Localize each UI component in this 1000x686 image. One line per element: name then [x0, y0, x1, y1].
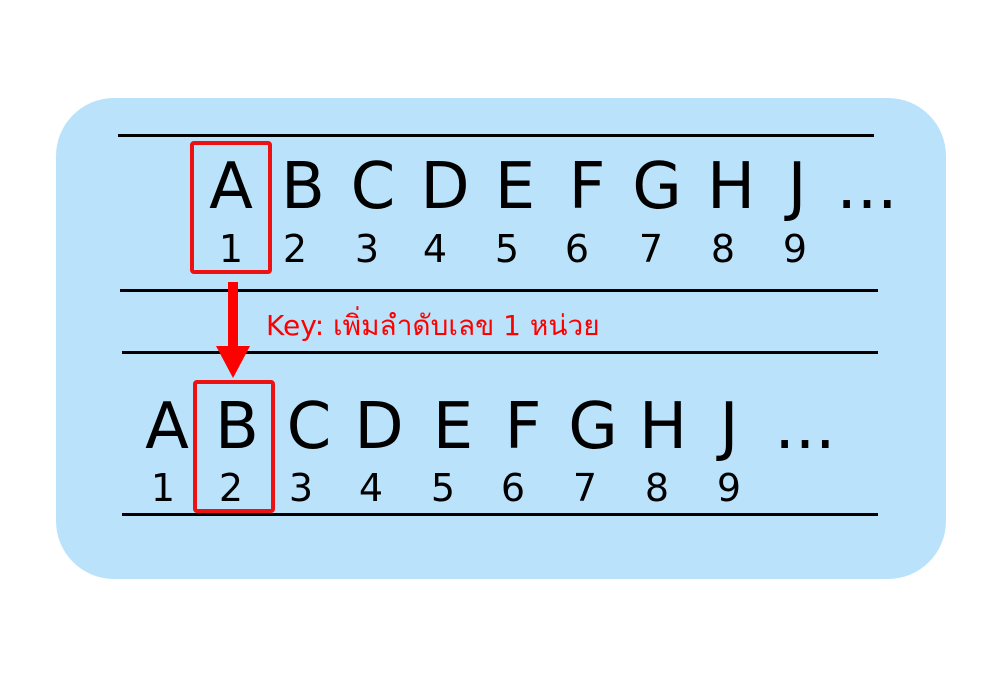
key-label: Key: เพิ่มลำดับเลข 1 หน่วย: [266, 309, 600, 342]
